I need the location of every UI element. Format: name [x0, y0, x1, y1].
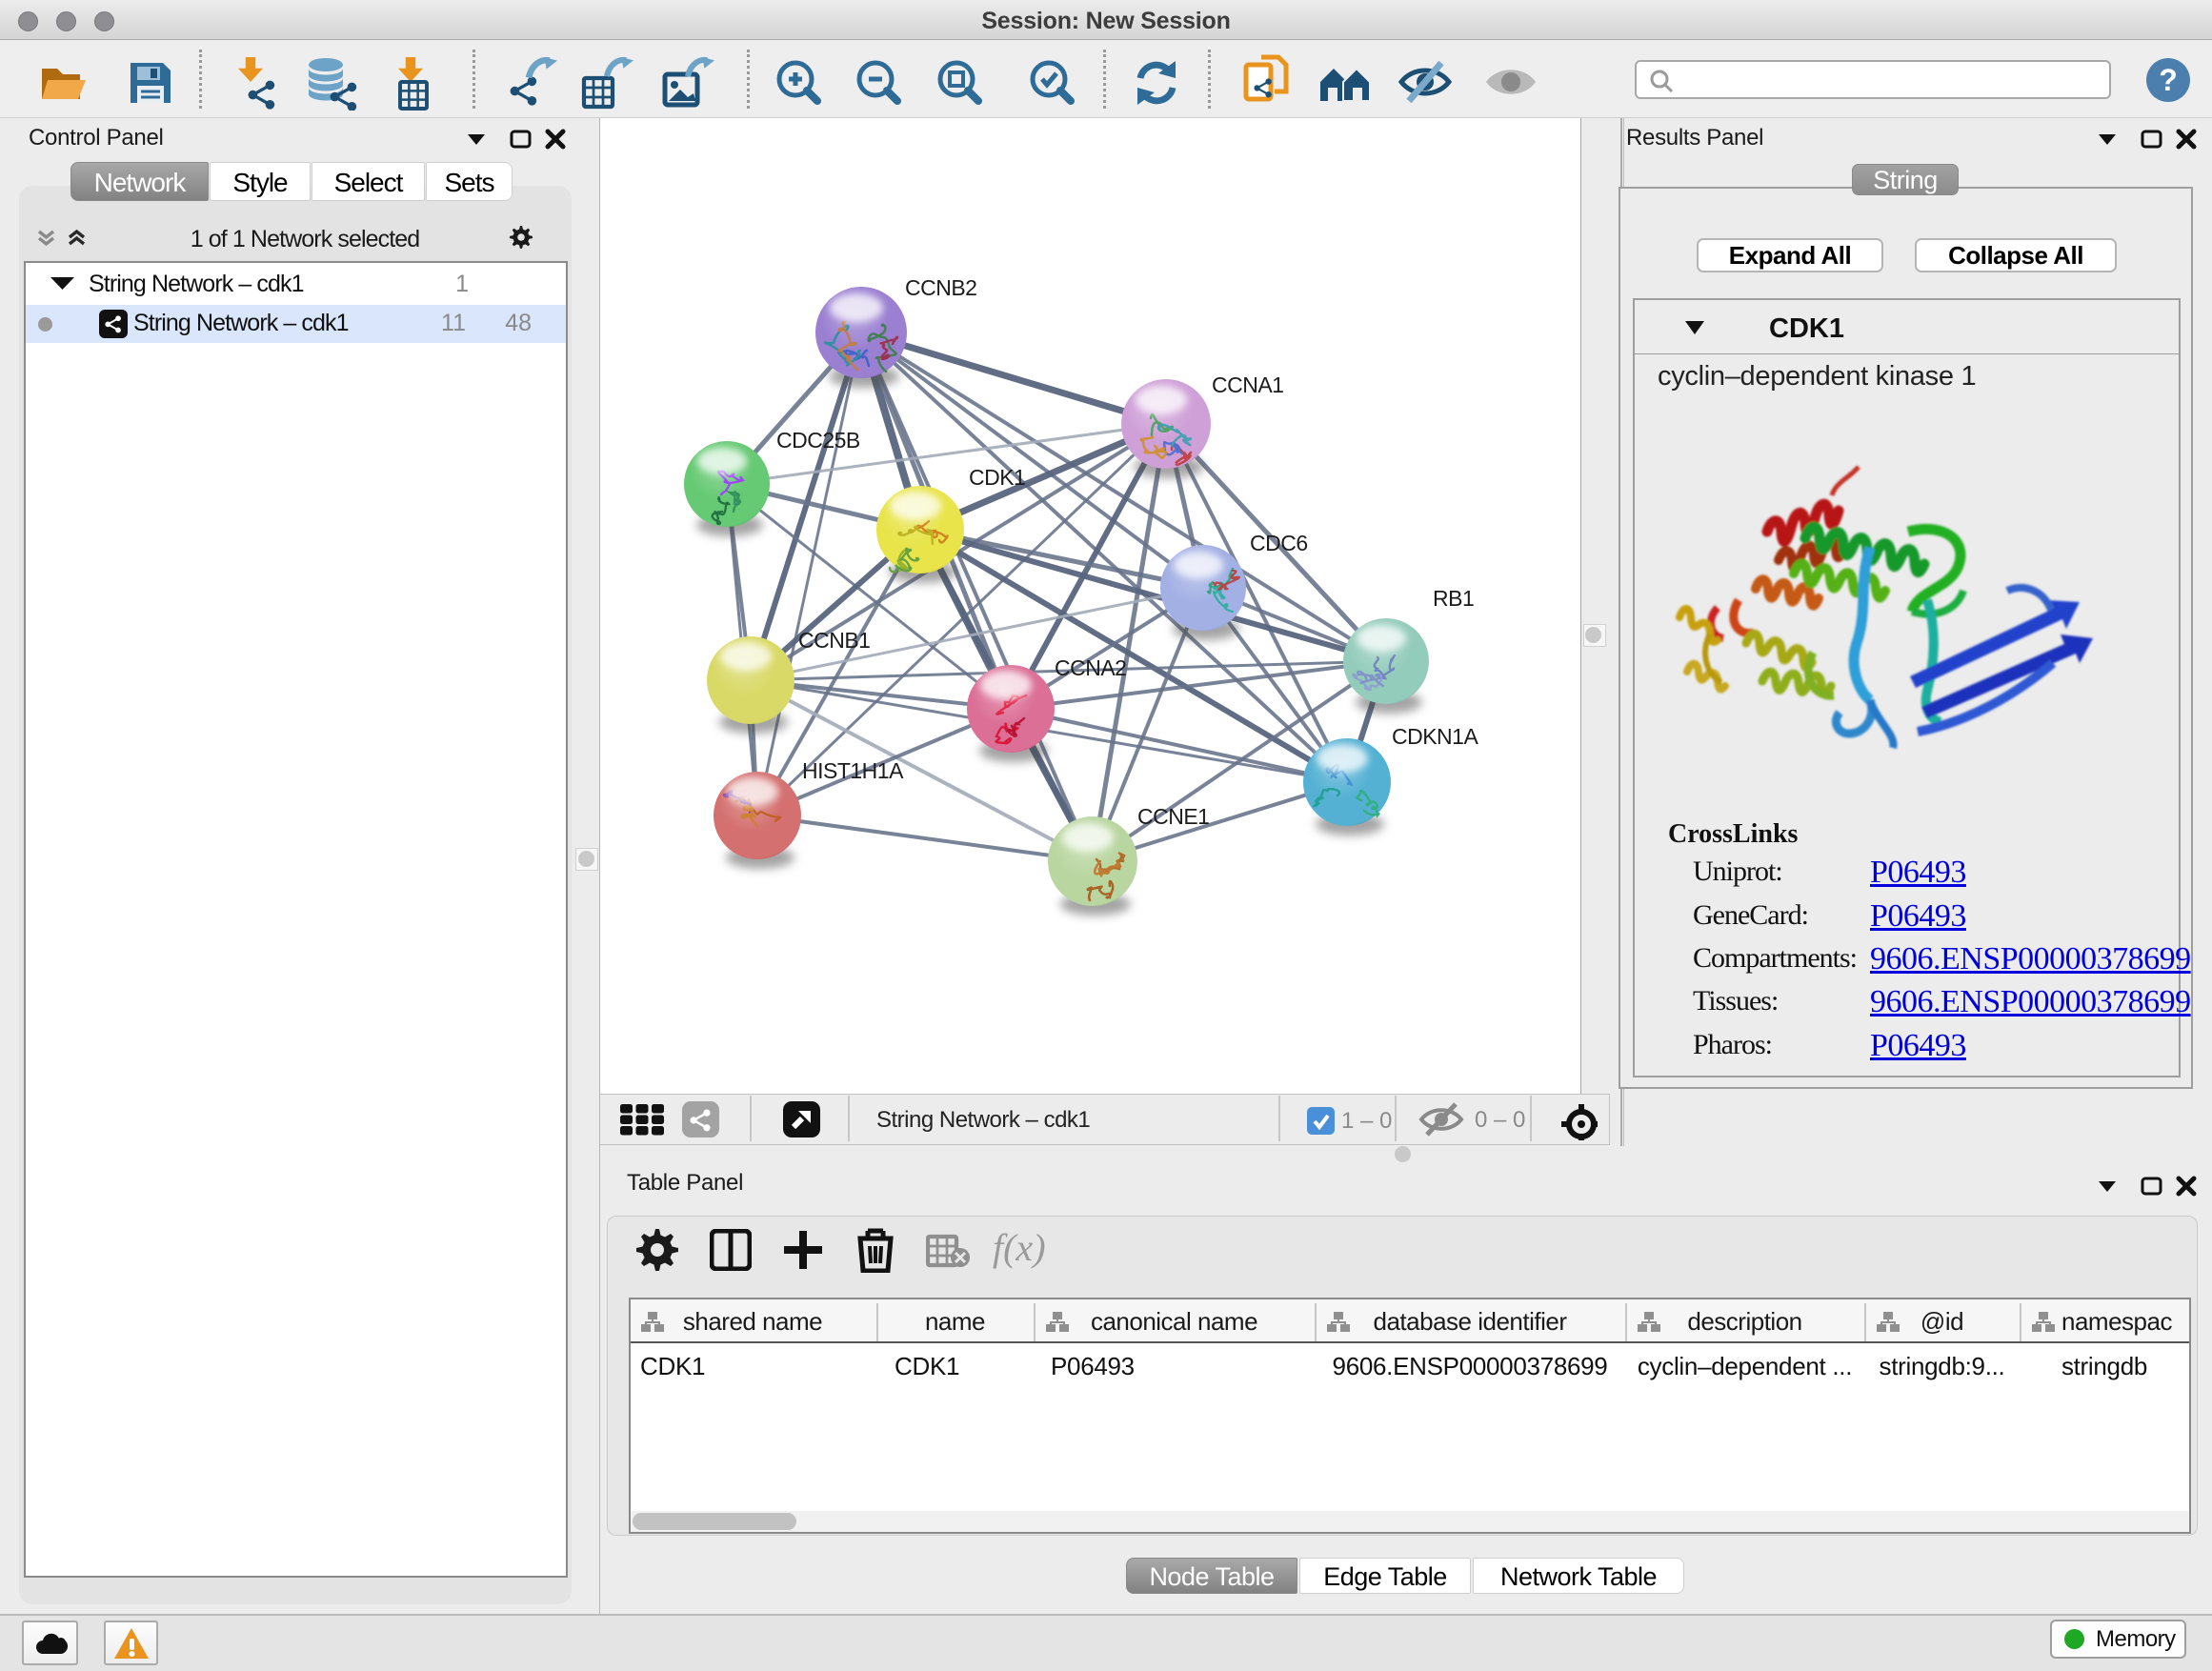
svg-text:CDC25B: CDC25B	[776, 428, 860, 453]
svg-text:CDKN1A: CDKN1A	[1392, 724, 1478, 749]
svg-text:HIST1H1A: HIST1H1A	[802, 758, 904, 783]
svg-text:CCNA2: CCNA2	[1055, 655, 1126, 680]
svg-text:RB1: RB1	[1433, 586, 1474, 611]
svg-text:CCNB2: CCNB2	[905, 275, 976, 300]
svg-text:CCNE1: CCNE1	[1137, 804, 1209, 829]
svg-text:CCNA1: CCNA1	[1212, 372, 1283, 397]
svg-text:CCNB1: CCNB1	[798, 628, 870, 653]
svg-text:CDK1: CDK1	[969, 465, 1025, 490]
svg-text:CDC6: CDC6	[1250, 531, 1308, 555]
